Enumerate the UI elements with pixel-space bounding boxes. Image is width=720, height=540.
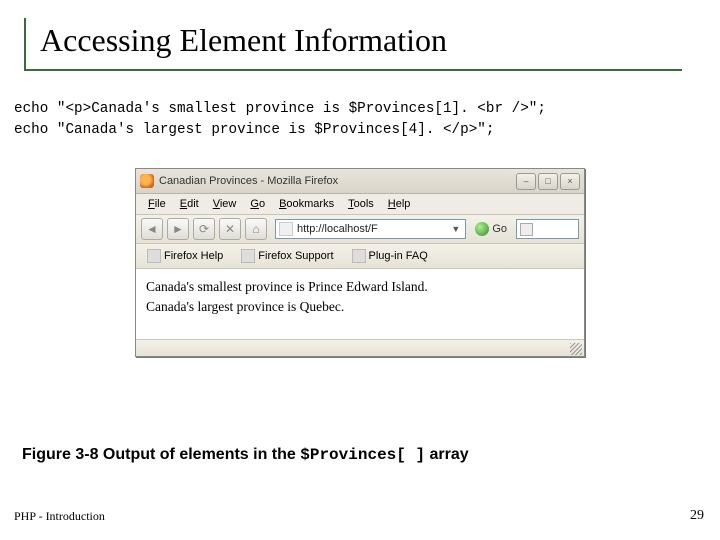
- caption-code: $Provinces[ ]: [300, 446, 425, 464]
- menu-file[interactable]: File: [142, 197, 172, 211]
- go-button[interactable]: Go: [470, 222, 512, 236]
- menu-bookmarks[interactable]: Bookmarks: [273, 197, 340, 211]
- caption-prefix: Figure 3-8 Output of elements in the: [22, 446, 300, 463]
- caption-suffix: array: [425, 446, 469, 463]
- stop-button[interactable]: ✕: [219, 218, 241, 240]
- menu-help[interactable]: Help: [382, 197, 417, 211]
- resize-grip-icon[interactable]: [570, 343, 582, 355]
- back-button[interactable]: ◄: [141, 218, 163, 240]
- window-title: Canadian Provinces - Mozilla Firefox: [159, 175, 516, 187]
- bookmark-firefox-support[interactable]: Firefox Support: [236, 247, 338, 265]
- firefox-icon: [140, 174, 154, 188]
- menu-go[interactable]: Go: [244, 197, 271, 211]
- address-bar[interactable]: http://localhost/F ▼: [275, 219, 466, 239]
- figure-caption: Figure 3-8 Output of elements in the $Pr…: [22, 446, 469, 464]
- search-box[interactable]: [516, 219, 579, 239]
- slide-title: Accessing Element Information: [24, 18, 682, 71]
- search-engine-icon: [520, 223, 533, 236]
- page-content: Canada's smallest province is Prince Edw…: [136, 269, 584, 339]
- code-line-1: echo "<p>Canada's smallest province is $…: [14, 101, 546, 117]
- content-line-2: Canada's largest province is Quebec.: [146, 297, 574, 317]
- menu-bar: File Edit View Go Bookmarks Tools Help: [136, 194, 584, 215]
- bookmark-icon: [241, 249, 255, 263]
- go-icon: [475, 222, 489, 236]
- content-line-1: Canada's smallest province is Prince Edw…: [146, 277, 574, 297]
- reload-button[interactable]: ⟳: [193, 218, 215, 240]
- go-label: Go: [492, 223, 507, 235]
- page-number: 29: [690, 508, 704, 524]
- bookmark-label: Plug-in FAQ: [369, 250, 428, 262]
- status-bar: [136, 339, 584, 356]
- home-button[interactable]: ⌂: [245, 218, 267, 240]
- browser-window: Canadian Provinces - Mozilla Firefox – □…: [135, 168, 585, 357]
- bookmark-plugin-faq[interactable]: Plug-in FAQ: [347, 247, 433, 265]
- forward-button[interactable]: ►: [167, 218, 189, 240]
- footer-left: PHP - Introduction: [14, 509, 105, 524]
- bookmark-icon: [352, 249, 366, 263]
- menu-tools[interactable]: Tools: [342, 197, 380, 211]
- page-icon: [279, 222, 293, 236]
- menu-edit[interactable]: Edit: [174, 197, 205, 211]
- browser-titlebar: Canadian Provinces - Mozilla Firefox – □…: [136, 169, 584, 194]
- bookmark-label: Firefox Support: [258, 250, 333, 262]
- minimize-button[interactable]: –: [516, 173, 536, 190]
- close-button[interactable]: ×: [560, 173, 580, 190]
- code-line-2: echo "Canada's largest province is $Prov…: [14, 122, 494, 138]
- bookmark-label: Firefox Help: [164, 250, 223, 262]
- menu-view[interactable]: View: [207, 197, 243, 211]
- bookmarks-toolbar: Firefox Help Firefox Support Plug-in FAQ: [136, 244, 584, 269]
- nav-toolbar: ◄ ► ⟳ ✕ ⌂ http://localhost/F ▼ Go: [136, 215, 584, 244]
- slide: Accessing Element Information echo "<p>C…: [0, 0, 720, 540]
- bookmark-icon: [147, 249, 161, 263]
- address-dropdown-icon[interactable]: ▼: [449, 224, 462, 234]
- bookmark-firefox-help[interactable]: Firefox Help: [142, 247, 228, 265]
- php-code-block: echo "<p>Canada's smallest province is $…: [14, 99, 696, 140]
- maximize-button[interactable]: □: [538, 173, 558, 190]
- address-text: http://localhost/F: [297, 223, 449, 235]
